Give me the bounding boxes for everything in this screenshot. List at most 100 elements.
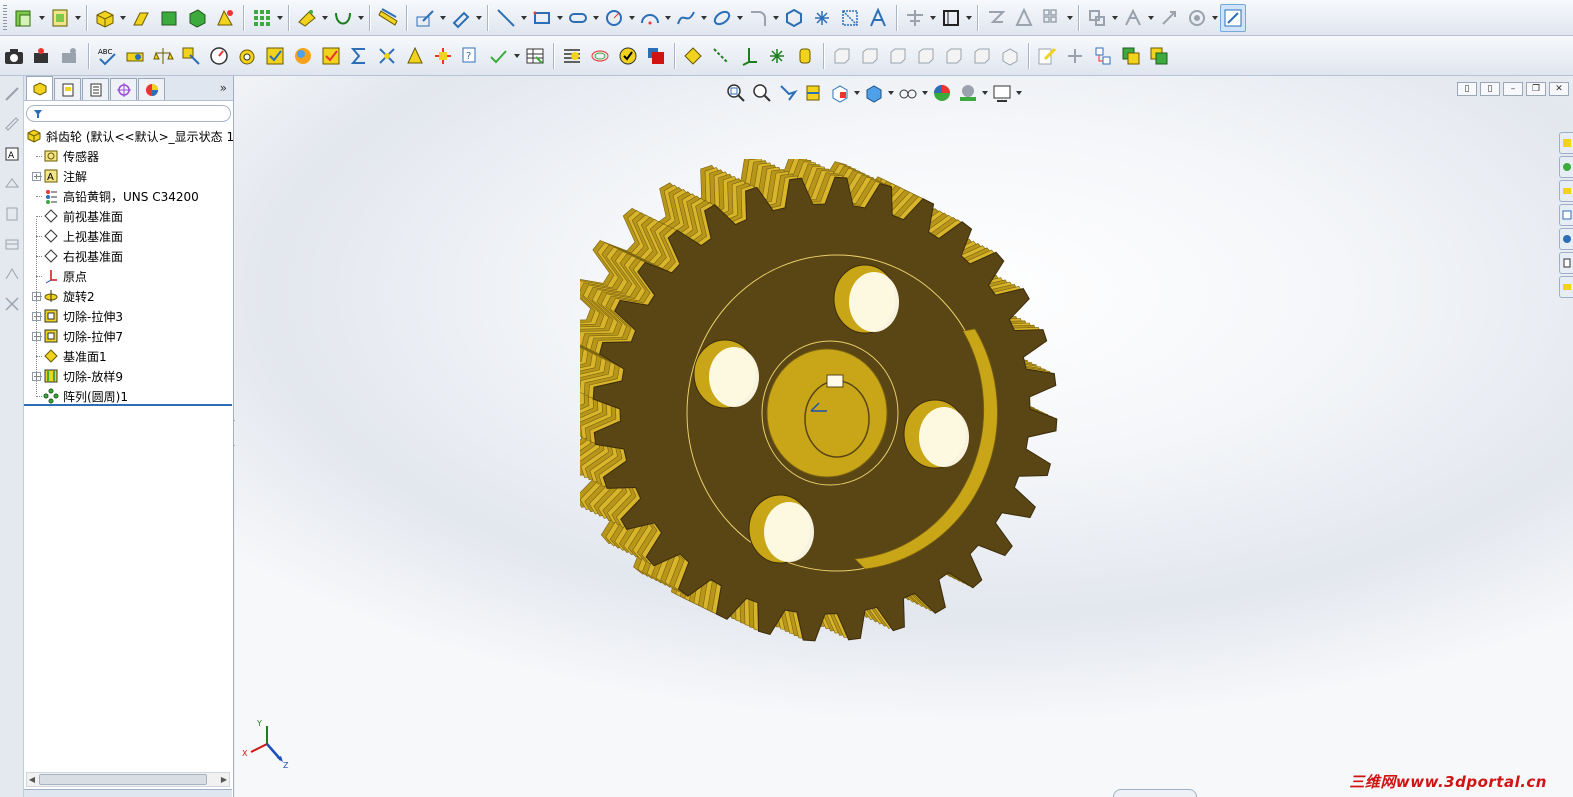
coordinate-icon[interactable] xyxy=(736,42,762,70)
gauge-icon[interactable] xyxy=(206,42,232,70)
view-palette-tab-icon[interactable] xyxy=(1559,204,1573,226)
more-tabs-chevron-icon[interactable]: » xyxy=(220,81,227,95)
add-relation-icon[interactable] xyxy=(1062,42,1088,70)
dropdown-arrow[interactable] xyxy=(628,4,636,32)
tree-item[interactable]: 原点 xyxy=(24,266,233,286)
draft-icon[interactable] xyxy=(402,42,428,70)
tree-item[interactable]: 基准面1 xyxy=(24,346,233,366)
table-icon[interactable] xyxy=(522,42,548,70)
spline-icon[interactable] xyxy=(673,4,699,32)
photo-icon[interactable] xyxy=(1,42,27,70)
tree-item[interactable]: 传感器 xyxy=(24,146,233,166)
reference-triad-tab[interactable] xyxy=(1113,789,1197,797)
mold-icon[interactable] xyxy=(2,232,22,256)
simulation-icon[interactable] xyxy=(234,42,260,70)
tree-item[interactable]: + 切除-拉伸7 xyxy=(24,326,233,346)
sketch-entity-icon[interactable] xyxy=(2,82,22,106)
dropdown-arrow[interactable] xyxy=(439,4,447,32)
custom-properties-tab-icon[interactable] xyxy=(1559,252,1573,274)
rollback-bar[interactable] xyxy=(24,404,232,406)
dropdown-arrow[interactable] xyxy=(38,4,46,32)
tree-item[interactable]: 右视基准面 xyxy=(24,246,233,266)
circle-icon[interactable] xyxy=(601,4,627,32)
apply-scene-icon[interactable] xyxy=(956,79,980,107)
mate-ref-icon[interactable] xyxy=(792,42,818,70)
scroll-left-icon[interactable]: ◀ xyxy=(27,773,37,786)
toolbar-grip[interactable] xyxy=(3,4,7,31)
dropdown-arrow[interactable] xyxy=(74,4,82,32)
render-tools-icon[interactable] xyxy=(57,42,83,70)
rectangle-icon[interactable] xyxy=(529,4,555,32)
dimxpert-tab[interactable] xyxy=(110,78,137,100)
dropdown-arrow[interactable] xyxy=(513,42,521,70)
loft-icon[interactable] xyxy=(156,4,182,32)
revolve-icon[interactable] xyxy=(128,4,154,32)
dropdown-arrow[interactable] xyxy=(1111,4,1119,32)
move-entities-icon[interactable] xyxy=(1084,4,1110,32)
dropdown-arrow[interactable] xyxy=(1066,4,1074,32)
plane-icon[interactable] xyxy=(680,42,706,70)
check-icon[interactable] xyxy=(262,42,288,70)
polygon-icon[interactable] xyxy=(781,4,807,32)
dropdown-arrow[interactable] xyxy=(887,79,895,107)
restore-icon[interactable]: ❐ xyxy=(1526,82,1546,96)
tree-item[interactable]: + A 注解 xyxy=(24,166,233,186)
arc-icon[interactable] xyxy=(637,4,663,32)
extruded-boss-icon[interactable] xyxy=(92,4,118,32)
dropdown-arrow[interactable] xyxy=(981,79,989,107)
scroll-right-icon[interactable]: ▶ xyxy=(219,773,229,786)
view-iso-icon[interactable] xyxy=(997,42,1023,70)
tree-item[interactable]: + 切除-拉伸3 xyxy=(24,306,233,326)
appearances-tab-icon[interactable] xyxy=(1559,228,1573,250)
previous-view-icon[interactable] xyxy=(776,79,800,107)
dropdown-arrow[interactable] xyxy=(921,79,929,107)
zoom-to-fit-icon[interactable] xyxy=(724,79,748,107)
note-icon[interactable]: A xyxy=(2,142,22,166)
offset-icon[interactable] xyxy=(938,4,964,32)
view-orientation-icon[interactable] xyxy=(828,79,852,107)
tree-item[interactable]: 阵列(圆周)1 xyxy=(24,386,233,406)
view-settings-icon[interactable] xyxy=(990,79,1014,107)
surface-icon[interactable] xyxy=(2,172,22,196)
annotation-icon[interactable] xyxy=(1034,42,1060,70)
sketch-icon[interactable] xyxy=(412,4,438,32)
balance-icon[interactable] xyxy=(150,42,176,70)
fillet-icon[interactable] xyxy=(212,4,238,32)
flag-icon[interactable] xyxy=(1090,42,1116,70)
design-library-tab-icon[interactable] xyxy=(1559,156,1573,178)
measure-icon[interactable] xyxy=(375,4,401,32)
curvature-icon[interactable] xyxy=(587,42,613,70)
panel-horizontal-scrollbar[interactable]: ◀ ▶ xyxy=(26,772,230,787)
model-tabs-bar[interactable] xyxy=(24,789,232,797)
forum-tab-icon[interactable] xyxy=(1559,276,1573,298)
zebra-icon[interactable] xyxy=(559,42,585,70)
dropdown-arrow[interactable] xyxy=(276,4,284,32)
view-left-icon[interactable] xyxy=(885,42,911,70)
expand-toggle-icon[interactable]: + xyxy=(32,171,41,181)
convert-entities-icon[interactable] xyxy=(837,4,863,32)
quick-snaps-icon[interactable] xyxy=(1184,4,1210,32)
feature-manager-tab[interactable] xyxy=(26,76,53,100)
spell-check-icon[interactable]: ABC xyxy=(94,42,120,70)
sketch-boss-icon[interactable] xyxy=(47,4,73,32)
point-icon[interactable] xyxy=(809,4,835,32)
mirror-icon[interactable] xyxy=(983,4,1009,32)
view-front-icon[interactable] xyxy=(829,42,855,70)
render-icon[interactable] xyxy=(29,42,55,70)
check-icon-2[interactable] xyxy=(318,42,344,70)
tile-vertical-icon[interactable]: ▯ xyxy=(1480,82,1500,96)
sheetmetal-icon[interactable] xyxy=(2,262,22,286)
reference-geometry-icon[interactable] xyxy=(294,4,320,32)
graphics-area[interactable]: ▯ ▯ – ❐ ✕ Y X Z 三维网www.3dportal.cn xyxy=(235,76,1573,797)
dropdown-arrow[interactable] xyxy=(520,4,528,32)
dropdown-arrow[interactable] xyxy=(929,4,937,32)
view-right-icon[interactable] xyxy=(913,42,939,70)
shell-icon[interactable] xyxy=(184,4,210,32)
close-icon[interactable]: ✕ xyxy=(1549,82,1569,96)
curves-icon[interactable] xyxy=(330,4,356,32)
display-manager-tab[interactable] xyxy=(138,78,165,100)
dropdown-arrow[interactable] xyxy=(321,4,329,32)
weldment-icon[interactable] xyxy=(2,202,22,226)
tree-item[interactable]: 高铅黄铜，UNS C34200 xyxy=(24,186,233,206)
sketch-pattern-icon[interactable] xyxy=(1039,4,1065,32)
